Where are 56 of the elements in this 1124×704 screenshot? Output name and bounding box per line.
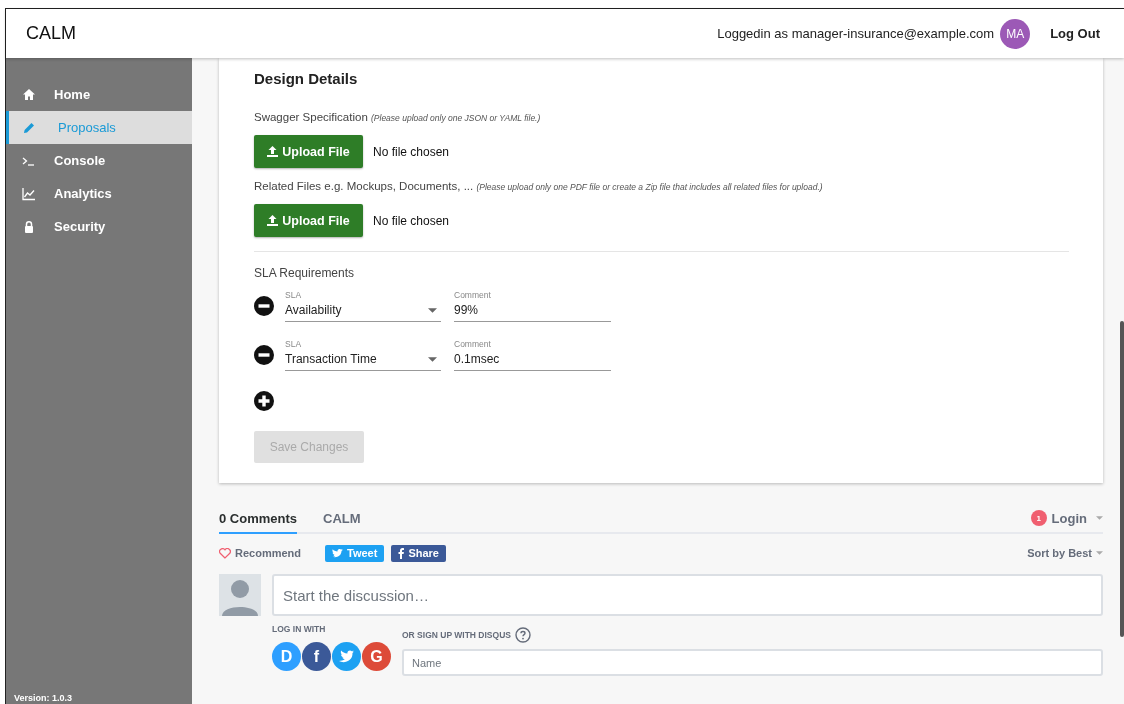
- app-title: CALM: [26, 23, 76, 44]
- login-menu[interactable]: Login: [1051, 510, 1087, 526]
- upload-icon: [267, 146, 279, 157]
- heart-icon[interactable]: [219, 547, 231, 559]
- section-label: LOG IN WITH: [272, 624, 327, 634]
- upload-icon: [267, 215, 279, 226]
- lock-icon: [22, 219, 36, 234]
- tweet-button[interactable]: Tweet: [325, 544, 385, 562]
- login-provider-icon[interactable]: G: [362, 642, 391, 671]
- scrollbar[interactable]: [1120, 321, 1124, 637]
- field-label: Related Files e.g. Mockups, Documents, ... (Please upload only one PDF file or create a Zip file that includes all related files for upload.): [254, 180, 824, 192]
- sidebar-item[interactable]: Console: [6, 144, 192, 177]
- caret-icon: [428, 307, 437, 313]
- login-provider-icon[interactable]: D: [272, 642, 301, 671]
- file-status: No file chosen: [373, 213, 450, 228]
- sidebar-item[interactable]: Security: [6, 210, 192, 243]
- sort-menu[interactable]: Sort by Best: [1027, 547, 1092, 559]
- sla-select[interactable]: SLA Availability: [285, 290, 441, 322]
- login-status: Loggedin as manager-insurance@example.com: [717, 26, 995, 41]
- recommend-link[interactable]: Recommend: [235, 547, 302, 559]
- comment-input[interactable]: Start the discussion…: [272, 574, 1103, 616]
- help-icon[interactable]: [514, 627, 531, 643]
- comment-field[interactable]: Comment 99%: [454, 290, 611, 322]
- section-label: OR SIGN UP WITH DISQUS: [402, 630, 511, 640]
- section-title: Design Details: [254, 70, 359, 87]
- bird-icon: [332, 548, 344, 558]
- remove-icon[interactable]: [254, 345, 274, 365]
- sidebar-item[interactable]: Analytics: [6, 177, 192, 210]
- sla-select[interactable]: SLA Transaction Time: [285, 339, 441, 371]
- notification-badge: 1: [1030, 510, 1047, 526]
- facebook-icon: [398, 547, 405, 559]
- caret-icon: [1096, 516, 1103, 520]
- file-status: No file chosen: [373, 144, 450, 159]
- caret-icon: [428, 356, 437, 362]
- field-label: Swagger Specification (Please upload only one JSON or YAML file.): [254, 111, 542, 123]
- share-button[interactable]: Share: [391, 544, 446, 562]
- name-input[interactable]: Name: [402, 649, 1103, 676]
- logout-button[interactable]: Log Out: [1050, 26, 1100, 41]
- user-avatar[interactable]: MA: [1000, 18, 1031, 49]
- remove-icon[interactable]: [254, 296, 274, 316]
- upload-button[interactable]: Upload File: [254, 135, 363, 168]
- comments-tab[interactable]: 0 Comments: [219, 511, 298, 534]
- login-provider-icon[interactable]: f: [302, 642, 331, 671]
- chart-icon: [22, 186, 36, 201]
- upload-button[interactable]: Upload File: [254, 204, 363, 237]
- comment-field[interactable]: Comment 0.1msec: [454, 339, 611, 371]
- section-label: SLA Requirements: [254, 266, 356, 280]
- avatar-placeholder-icon: [219, 574, 261, 616]
- bird-icon[interactable]: [332, 642, 361, 671]
- sidebar-item[interactable]: Home: [6, 78, 192, 111]
- add-icon[interactable]: [254, 391, 274, 411]
- version-label: Version: 1.0.3: [14, 693, 73, 703]
- caret-icon: [1096, 551, 1103, 555]
- pencil-icon: [22, 120, 36, 135]
- home-icon: [22, 87, 36, 102]
- comments-tab[interactable]: CALM: [323, 511, 361, 534]
